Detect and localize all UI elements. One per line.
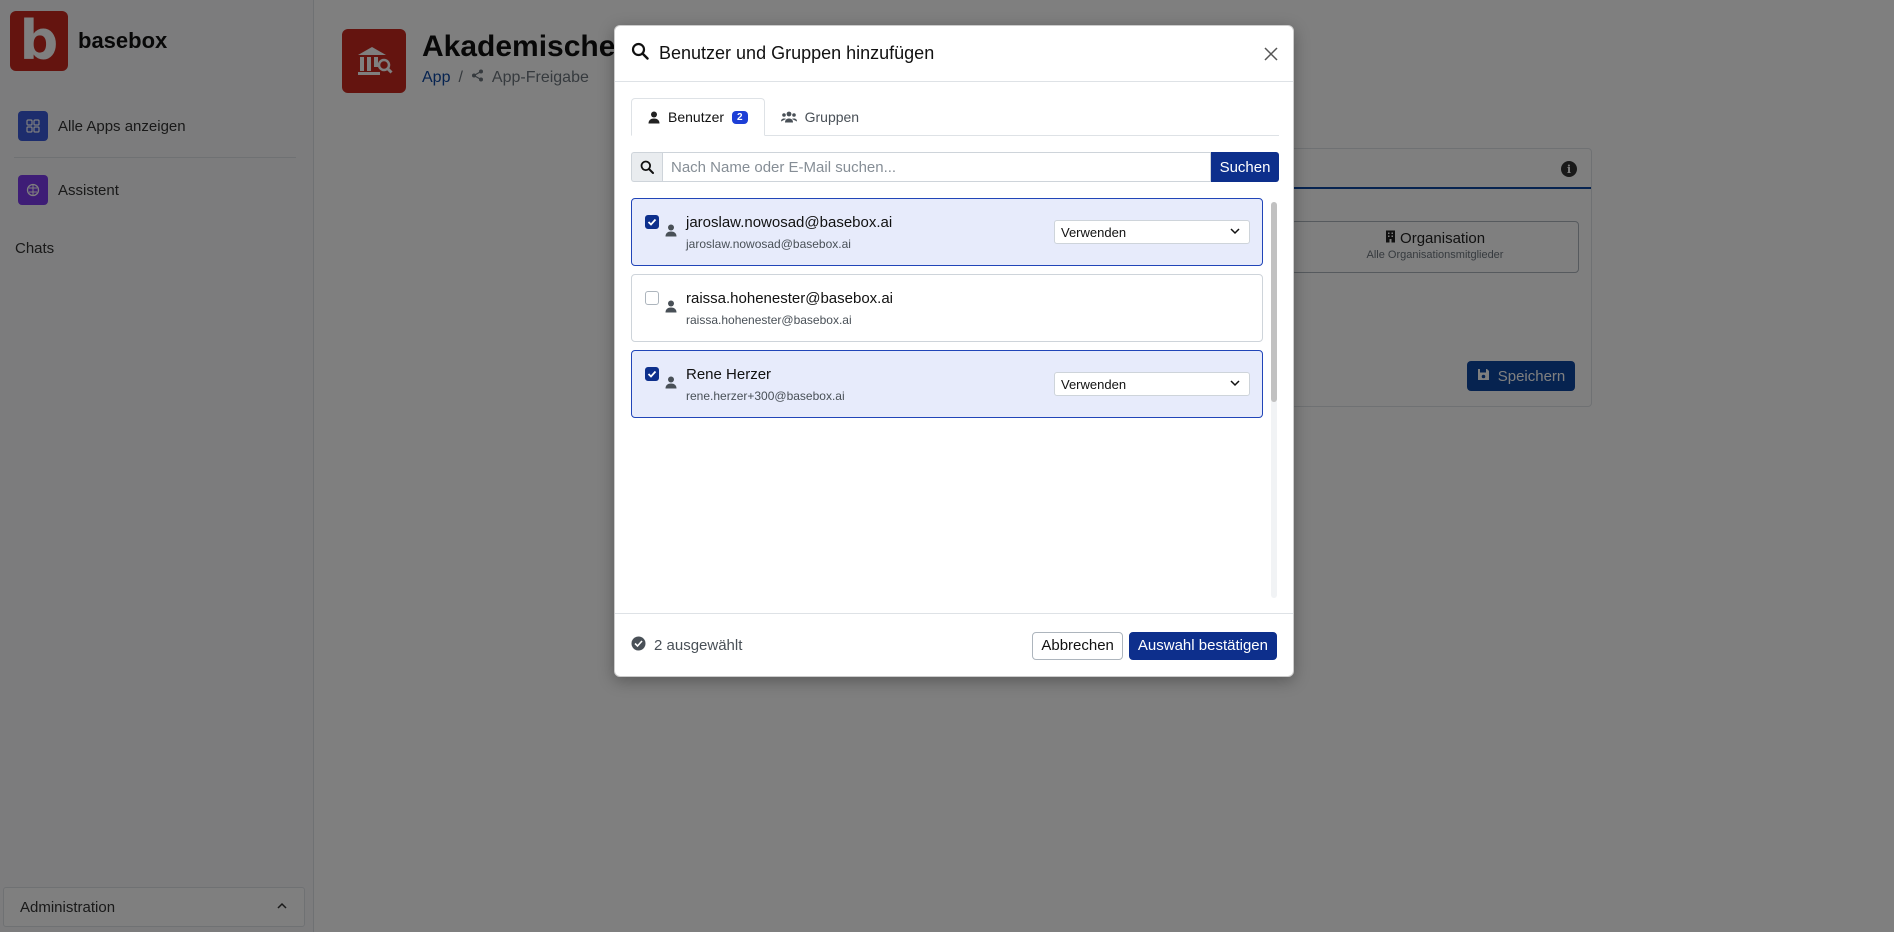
selection-count: 2 ausgewählt bbox=[631, 636, 742, 655]
modal-header: Benutzer und Gruppen hinzufügen bbox=[615, 26, 1293, 82]
user-name: raissa.hohenester@basebox.ai bbox=[686, 290, 894, 307]
close-icon[interactable] bbox=[1259, 42, 1283, 66]
chevron-down-icon bbox=[1229, 225, 1241, 240]
search-addon-icon bbox=[631, 152, 662, 182]
add-users-groups-dialog: Benutzer und Gruppen hinzufügen Benutzer… bbox=[614, 25, 1294, 677]
search-icon bbox=[631, 42, 649, 65]
tab-users-label: Benutzer bbox=[668, 109, 725, 125]
modal-footer: 2 ausgewählt Abbrechen Auswahl bestätige… bbox=[615, 613, 1293, 677]
permission-select[interactable]: Verwenden bbox=[1054, 372, 1250, 396]
permission-value: Verwenden bbox=[1061, 376, 1127, 392]
list-scrollbar[interactable] bbox=[1271, 202, 1277, 598]
user-email: jaroslaw.nowosad@basebox.ai bbox=[686, 237, 851, 251]
user-icon bbox=[648, 111, 660, 123]
search-button[interactable]: Suchen bbox=[1211, 152, 1279, 182]
user-email: raissa.hohenester@basebox.ai bbox=[686, 313, 852, 327]
user-name: jaroslaw.nowosad@basebox.ai bbox=[686, 214, 893, 231]
tab-users[interactable]: Benutzer 2 bbox=[631, 98, 765, 136]
confirm-selection-button[interactable]: Auswahl bestätigen bbox=[1128, 631, 1277, 660]
user-checkbox[interactable] bbox=[645, 367, 659, 381]
user-icon bbox=[665, 376, 677, 394]
user-name: Rene Herzer bbox=[686, 366, 772, 383]
user-icon bbox=[665, 224, 677, 242]
permission-select[interactable]: Verwenden bbox=[1054, 220, 1250, 244]
cancel-button[interactable]: Abbrechen bbox=[1032, 631, 1123, 660]
modal-title: Benutzer und Gruppen hinzufügen bbox=[659, 43, 935, 63]
tab-groups-label: Gruppen bbox=[804, 109, 860, 125]
user-search: Suchen bbox=[631, 152, 1279, 182]
user-checkbox[interactable] bbox=[645, 291, 659, 305]
user-row-jaroslaw[interactable]: jaroslaw.nowosad@basebox.ai jaroslaw.now… bbox=[631, 198, 1263, 266]
search-input[interactable] bbox=[662, 152, 1211, 182]
tab-bar: Benutzer 2 Gruppen bbox=[631, 98, 1279, 136]
users-count-badge: 2 bbox=[732, 110, 748, 124]
users-group-icon bbox=[780, 111, 797, 123]
chevron-down-icon bbox=[1229, 377, 1241, 392]
user-list: jaroslaw.nowosad@basebox.ai jaroslaw.now… bbox=[631, 198, 1279, 598]
user-checkbox[interactable] bbox=[645, 215, 659, 229]
scrollbar-thumb[interactable] bbox=[1271, 202, 1277, 402]
user-row-raissa[interactable]: raissa.hohenester@basebox.ai raissa.hohe… bbox=[631, 274, 1263, 342]
permission-value: Verwenden bbox=[1061, 224, 1127, 240]
user-email: rene.herzer+300@basebox.ai bbox=[686, 389, 845, 403]
user-icon bbox=[665, 300, 677, 318]
check-circle-icon bbox=[631, 636, 646, 655]
selection-count-text: 2 ausgewählt bbox=[654, 637, 743, 654]
tab-groups[interactable]: Gruppen bbox=[765, 98, 875, 136]
footer-actions: Abbrechen Auswahl bestätigen bbox=[1032, 631, 1277, 660]
user-row-rene[interactable]: Rene Herzer rene.herzer+300@basebox.ai V… bbox=[631, 350, 1263, 418]
